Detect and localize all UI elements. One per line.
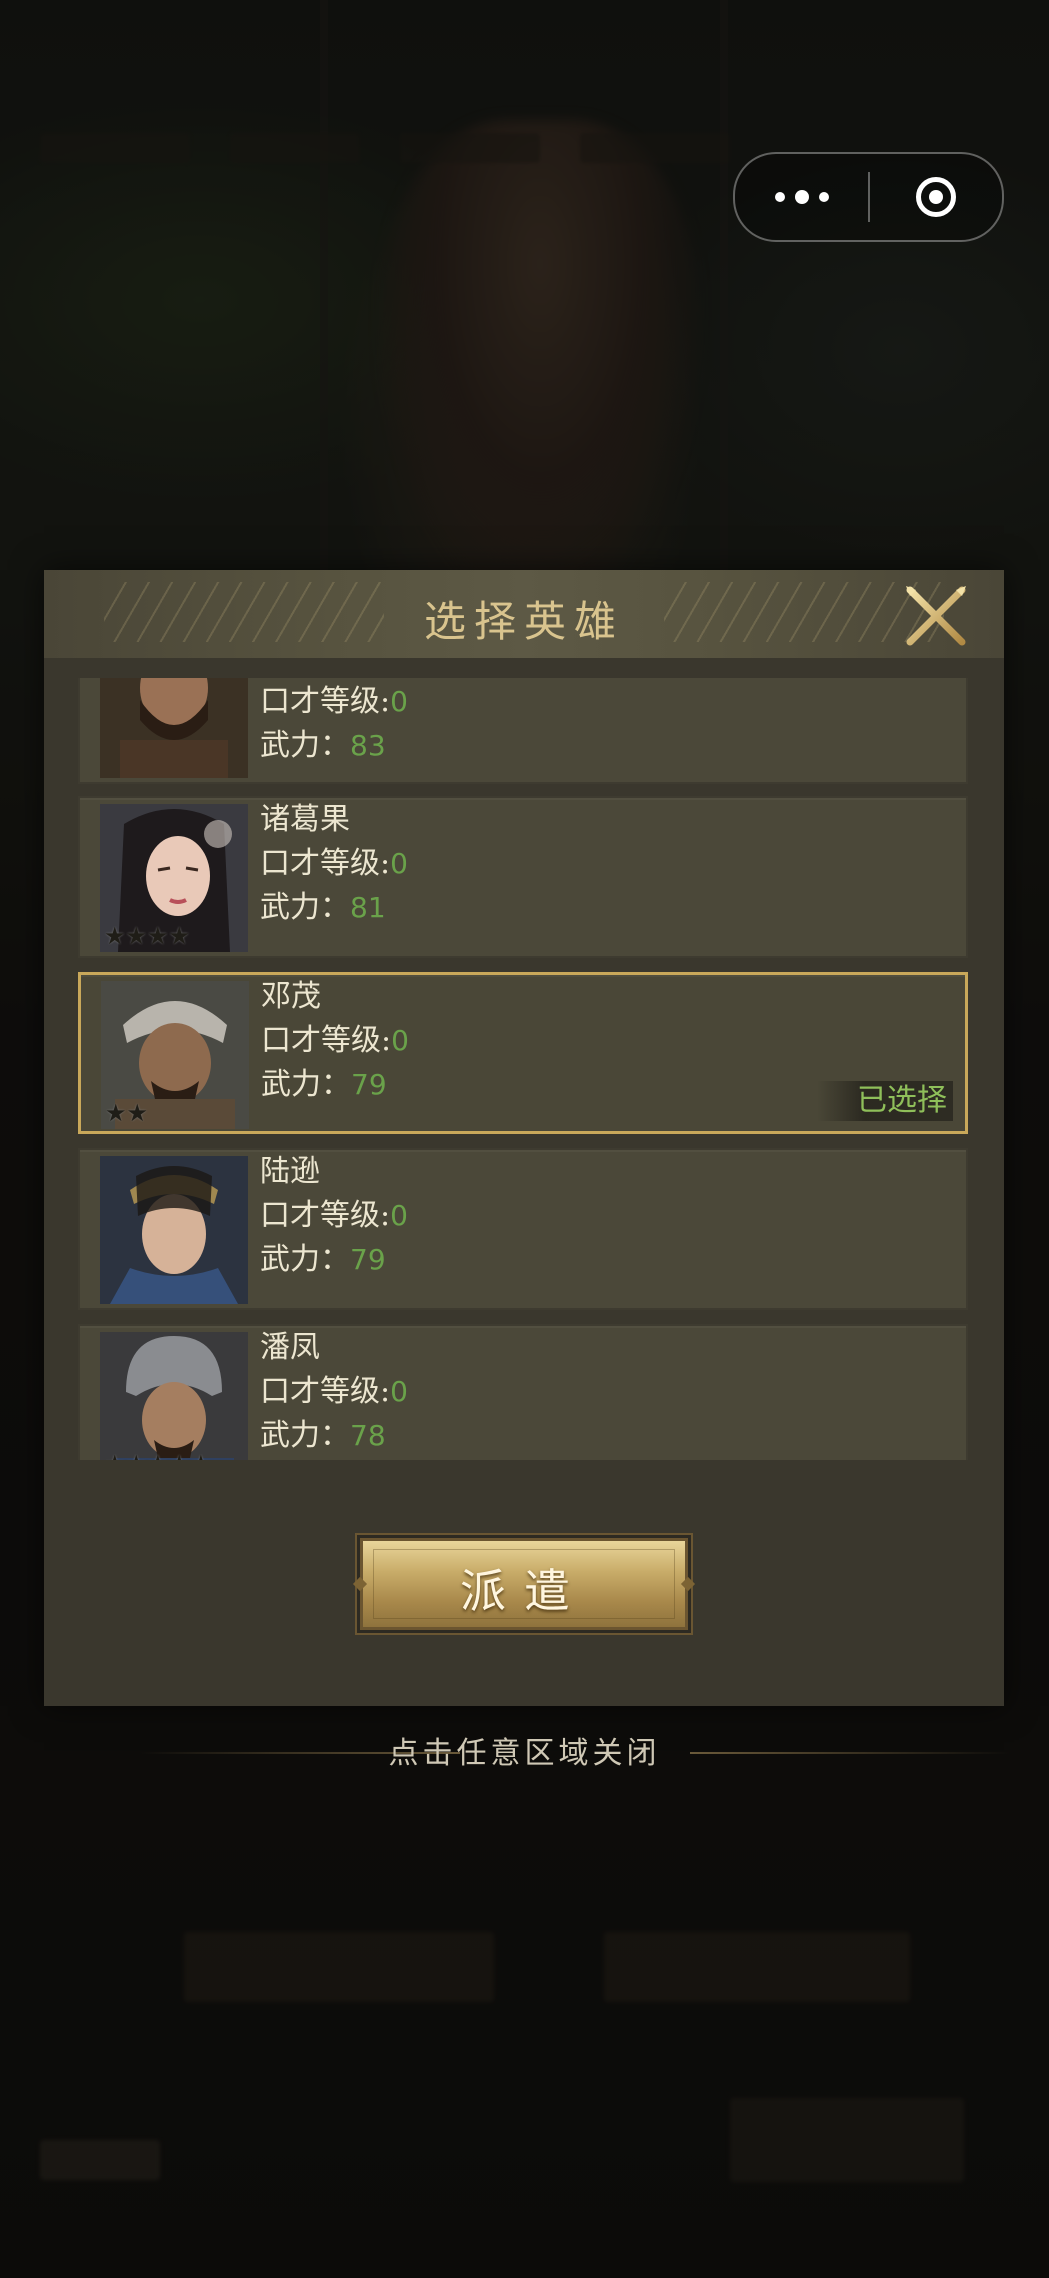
star-rating: ★★★★★ (104, 1452, 212, 1460)
eloquence-value: 0 (390, 1199, 408, 1232)
hero-card-selected[interactable]: ★★ 邓茂 口才等级:0 武力：79 已选择 (78, 972, 968, 1134)
force-value: 79 (351, 1068, 387, 1101)
hero-portrait (100, 678, 248, 778)
hero-card[interactable]: ★★★★ 诸葛果 口才等级:0 武力：81 (78, 796, 968, 958)
hero-card[interactable]: 陆逊 口才等级:0 武力：79 (78, 1148, 968, 1310)
hero-card[interactable]: 口才等级:0 武力：83 (78, 678, 968, 784)
eloquence-label: 口才等级: (260, 684, 391, 719)
dialog-title: 选择英雄 (423, 597, 624, 646)
force-value: 78 (350, 1419, 386, 1452)
hero-portrait: ★★ (101, 981, 249, 1129)
star-rating: ★★ (105, 1099, 149, 1127)
force-label: 武力： (260, 1242, 350, 1277)
eloquence-value: 0 (391, 1024, 409, 1057)
star-rating: ★★★★ (104, 922, 191, 950)
select-hero-dialog: 选择英雄 口才等级:0 武力：83 ★★★★ 诸葛果 口才等级:0 武力：81 … (44, 570, 1004, 1706)
force-label: 武力： (260, 890, 350, 925)
dispatch-label: 派遣 (460, 1564, 588, 1618)
miniprogram-capsule (733, 152, 1004, 242)
more-dots-icon[interactable] (735, 154, 868, 240)
hero-card[interactable]: ★★★★★ 潘凤 口才等级:0 武力：78 (78, 1324, 968, 1460)
dialog-header: 选择英雄 (44, 570, 1004, 658)
hero-portrait: ★★★★★ (100, 1332, 248, 1460)
target-circle-icon[interactable] (870, 154, 1002, 240)
hero-name: 潘凤 (260, 1330, 320, 1365)
eloquence-value: 0 (390, 1375, 408, 1408)
eloquence-label: 口才等级: (260, 1198, 391, 1233)
force-label: 武力： (260, 1418, 350, 1453)
close-hint-text[interactable]: 点击任意区域关闭 (0, 1728, 1049, 1772)
eloquence-value: 0 (390, 847, 408, 880)
eloquence-value: 0 (390, 685, 408, 718)
hero-name: 陆逊 (260, 1154, 320, 1189)
eloquence-label: 口才等级: (260, 846, 391, 881)
selected-badge: 已选择 (817, 1081, 953, 1121)
force-value: 81 (350, 891, 386, 924)
hero-portrait (100, 1156, 248, 1304)
hero-list[interactable]: 口才等级:0 武力：83 ★★★★ 诸葛果 口才等级:0 武力：81 ★★ 邓茂… (78, 678, 972, 1460)
force-value: 79 (350, 1243, 386, 1276)
eloquence-label: 口才等级: (261, 1023, 392, 1058)
close-x-icon[interactable] (904, 584, 968, 648)
hero-portrait: ★★★★ (100, 804, 248, 952)
dispatch-button[interactable]: 派遣 (352, 1538, 696, 1630)
force-label: 武力： (261, 1067, 351, 1102)
eloquence-label: 口才等级: (260, 1374, 391, 1409)
hero-name: 诸葛果 (260, 802, 350, 837)
force-value: 83 (350, 729, 386, 762)
hero-name: 邓茂 (261, 979, 321, 1014)
force-label: 武力： (260, 728, 350, 763)
